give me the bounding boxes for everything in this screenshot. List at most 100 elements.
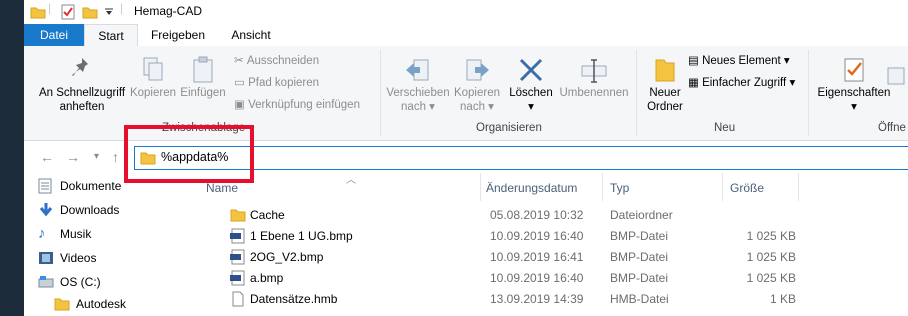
open-button[interactable] [884,66,908,90]
pin-icon [32,56,132,86]
documents-icon [38,178,52,201]
open-group-label: Öffne [878,122,906,134]
pin-quick-access-button[interactable]: An Schnellzugriff anheften [32,56,132,114]
window-title: Hemag-CAD [134,4,203,18]
document-icon [230,291,246,310]
easy-access-button[interactable]: ▦ Einfacher Zugriff ▾ [688,76,795,90]
file-date: 10.09.2019 16:41 [490,250,584,264]
separator: | [120,1,124,15]
copy-button[interactable]: Kopieren [128,56,178,100]
recent-locations-icon[interactable]: ▾ [94,151,99,162]
new-group-label: Neu [714,122,736,134]
copy-path-icon: ▭ [234,77,245,89]
download-arrow-icon [38,202,54,225]
navigation-pane: Dokumente Downloads ♪ Musik Videos OS (C… [24,173,184,316]
list-item[interactable]: 1 Ebene 1 UG.bmp 10.09.2019 16:40 BMP-Da… [186,226,908,247]
list-item[interactable]: a.bmp 10.09.2019 16:40 BMP-Datei 1 025 K… [186,268,908,289]
copy-icon [128,56,178,86]
file-name: 2OG_V2.bmp [250,250,324,264]
file-type: BMP-Datei [610,229,669,243]
ribbon-tabs: Datei Start Freigeben Ansicht [24,24,908,47]
customize-qat-icon[interactable] [104,6,114,20]
group-separator [380,50,381,136]
cut-button[interactable]: ✂ Ausschneiden [234,54,319,68]
delete-x-icon [508,56,554,86]
copy-to-icon [450,56,504,86]
dropdown-arrow-icon: ▾ [789,77,796,89]
bmp-file-icon [230,228,246,247]
tab-file[interactable]: Datei [24,24,84,46]
folder-icon [230,207,246,226]
file-name: Datensätze.hmb [250,292,338,306]
nav-item-documents[interactable]: Dokumente [38,175,121,197]
nav-item-autodesk[interactable]: Autodesk [54,293,126,315]
file-date: 10.09.2019 16:40 [490,229,584,243]
column-header-type[interactable]: Typ [610,181,629,195]
column-header-size[interactable]: Größe [730,181,764,195]
tab-view[interactable]: Ansicht [222,24,280,46]
forward-arrow-icon[interactable]: → [66,149,80,165]
list-item[interactable]: Datensätze.hmb 13.09.2019 14:39 HMB-Date… [186,289,908,310]
file-type: BMP-Datei [610,271,669,285]
new-folder-button[interactable]: Neuer Ordner [640,56,690,114]
file-size: 1 025 KB [746,250,796,264]
list-item[interactable]: Cache 05.08.2019 10:32 Dateiordner [186,205,908,226]
list-item[interactable]: 2OG_V2.bmp 10.09.2019 16:41 BMP-Datei 1 … [186,247,908,268]
column-header-date[interactable]: Änderungsdatum [486,181,577,195]
nav-item-downloads[interactable]: Downloads [39,199,119,221]
open-icon [884,66,908,90]
drive-icon [38,274,54,297]
file-type: BMP-Datei [610,250,669,264]
tab-home[interactable]: Start [84,24,138,47]
separator: | [48,1,52,15]
nav-item-music[interactable]: ♪ Musik [38,223,91,245]
column-divider[interactable] [480,173,481,201]
folder-icon [54,296,70,316]
dropdown-arrow-icon: ▾ [851,101,857,113]
properties-check-icon[interactable] [60,4,76,23]
explorer-window: | | Hemag-CAD Datei Start Freigeben Ansi… [24,0,908,316]
up-arrow-icon[interactable]: ↑ [112,149,119,165]
group-separator [636,50,637,136]
file-name: a.bmp [250,271,284,285]
back-arrow-icon[interactable]: ← [40,149,54,165]
file-size: 1 025 KB [746,229,796,243]
film-icon [38,250,54,273]
nav-item-os-drive[interactable]: OS (C:) [38,271,101,293]
title-bar: | | Hemag-CAD [24,0,908,24]
file-date: 05.08.2019 10:32 [490,208,584,222]
paste-shortcut-icon: ▣ [234,99,245,111]
file-date: 10.09.2019 16:40 [490,271,584,285]
organize-group-label: Organisieren [476,122,542,134]
copy-path-button[interactable]: ▭ Pfad kopieren [234,76,319,90]
rename-icon [556,56,632,86]
file-name: Cache [250,208,285,222]
dropdown-arrow-icon: ▾ [429,101,435,113]
file-type: HMB-Datei [610,292,669,306]
move-to-button[interactable]: Verschieben nach ▾ [384,56,452,114]
file-type: Dateiordner [610,208,673,222]
new-item-button[interactable]: ▤ Neues Element ▾ [688,54,790,68]
tab-share[interactable]: Freigeben [142,24,214,46]
rename-button[interactable]: Umbenennen [556,56,632,100]
paste-button[interactable]: Einfügen [178,56,228,100]
paste-shortcut-button[interactable]: ▣ Verknüpfung einfügen [234,98,360,112]
new-item-icon: ▤ [688,55,699,67]
delete-button[interactable]: Löschen ▾ [508,56,554,114]
move-to-icon [384,56,452,86]
column-divider[interactable] [602,173,603,201]
column-divider[interactable] [722,173,723,201]
dropdown-arrow-icon: ▾ [528,101,534,113]
file-list: ︿ Name Änderungsdatum Typ Größe Cache 05… [186,173,908,316]
copy-to-button[interactable]: Kopieren nach ▾ [450,56,504,114]
bmp-file-icon [230,270,246,289]
new-folder-icon [640,56,690,86]
new-folder-quick-icon[interactable] [82,4,98,23]
column-divider[interactable] [798,173,799,201]
paste-icon [178,56,228,86]
column-header-name[interactable]: Name [206,181,238,195]
bmp-file-icon [230,249,246,268]
scissors-icon: ✂ [234,55,244,67]
dropdown-arrow-icon: ▾ [783,55,790,67]
nav-item-videos[interactable]: Videos [39,247,96,269]
